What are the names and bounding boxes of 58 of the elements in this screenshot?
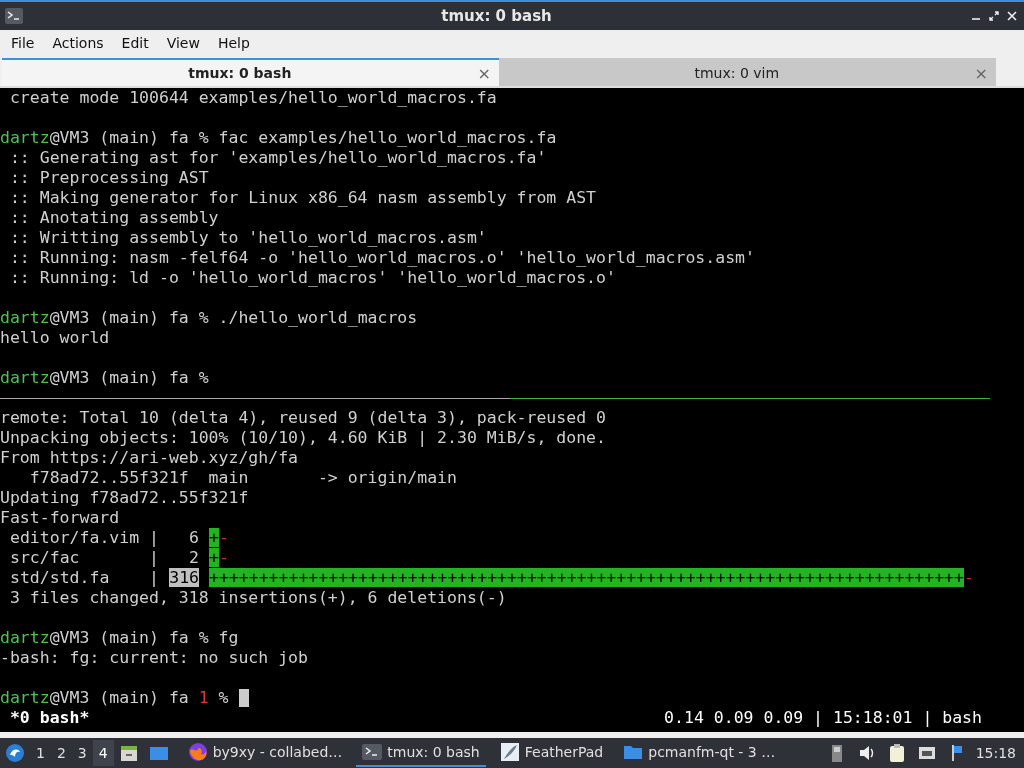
tab[interactable]: tmux: 0 vim × [499,58,996,86]
taskbar-window-button[interactable]: tmux: 0 bash [356,739,486,767]
terminal-line: Updating f78ad72..55f321f [0,488,250,508]
file-cabinet-icon[interactable] [118,743,139,763]
terminal-icon [362,742,383,762]
file-name: src/fac | [9,548,159,568]
file-name: std/std.fa | [9,568,159,588]
terminal-line: :: Running: nasm -felf64 -o 'hello_world_macros.o' 'hello_world_macros.asm' [8,248,756,268]
terminal-line: -bash: fg: current: no such job [0,648,309,668]
file-name: editor/fa.vim | [9,528,159,548]
menu-item[interactable]: Help [208,35,259,51]
workspace-button[interactable]: 4 [92,740,114,766]
close-icon[interactable] [1006,10,1018,22]
terminal-line: Fast-forward [0,508,121,528]
terminal-line: :: Preprocessing AST [8,168,210,188]
taskbar-window-button[interactable]: FeatherPad [493,739,610,767]
maximize-icon[interactable] [988,10,1000,22]
menu-item[interactable]: File [2,35,44,51]
tab[interactable]: tmux: 0 bash × [2,58,499,86]
taskbar-window-button[interactable]: by9xy - collabed… [181,739,349,767]
fox-globe-icon [187,742,208,762]
workspace-button[interactable]: 2 [50,740,72,766]
shell-prompt: dartz@VM3 (main) fa % fg [0,628,239,648]
terminal-line: remote: Total 10 (delta 4), reused 9 (delta 3), pack-reused 0 [0,408,607,428]
terminal-line: 3 files changed, 318 insertions(+), 6 deletions(-) [8,588,508,608]
clock[interactable]: 15:18 [975,745,1016,761]
terminal-line: :: Generating ast for 'examples/hello_world_macros.fa' [8,148,548,168]
diff-bar: ++++++++++++++++++++++++++++++++++++++++++++++++++++++++++++++++++++++++++++- [209,568,974,588]
terminal-icon [5,8,23,24]
terminal-line: :: Writting assembly to 'hello_world_macros.asm' [8,228,488,248]
terminal-line: f78ad72..55f321f main -> origin/main [28,468,458,488]
taskbar-window-button[interactable]: pcmanfm-qt - 3 … [617,739,782,767]
workspace-button[interactable]: 1 [30,740,51,766]
terminal-line: :: Making generator for Linux x86_64 nasm assembly from AST [8,188,598,208]
window-title: tmux: 0 bash [440,7,553,25]
terminal-line: :: Anotating assembly [8,208,220,228]
terminal-line: hello world [0,328,111,348]
tmux-status-info: 0.14 0.09 0.09 | 15:18:01 | bash [664,708,982,728]
shell-prompt: dartz@VM3 (main) fa % fac examples/hello_world_macros.fa [0,128,557,148]
shell-prompt: dartz@VM3 (main) fa % [0,368,209,388]
shell-prompt: dartz@VM3 (main) fa 1 % [0,688,229,708]
close-tab-button[interactable]: × [974,63,988,83]
menu-item[interactable]: Edit [112,35,158,51]
tmux-window-label: *0 bash* [8,708,90,728]
terminal-line: :: Running: ld -o 'hello_world_macros' 'hello_world_macros.o' [8,268,617,288]
start-menu-icon[interactable] [5,743,25,763]
close-tab-button[interactable]: × [477,63,491,83]
change-count: 316 [169,568,199,587]
change-count: 2 [189,548,199,567]
shell-prompt: dartz@VM3 (main) fa % ./hello_world_macros [0,308,418,328]
menu-item[interactable]: View [157,35,209,51]
workspace-button[interactable]: 3 [71,740,93,766]
terminal-line: create mode 100644 examples/hello_world_macros.fa [8,88,498,108]
change-count: 6 [189,528,199,547]
menu-item[interactable]: Actions [43,35,113,51]
feather-icon [499,742,520,762]
terminal-line: From https://ari-web.xyz/gh/fa [0,448,299,468]
terminal-line: Unpacking objects: 100% (10/10), 4.60 KiB | 2.30 MiB/s, done. [0,428,607,448]
